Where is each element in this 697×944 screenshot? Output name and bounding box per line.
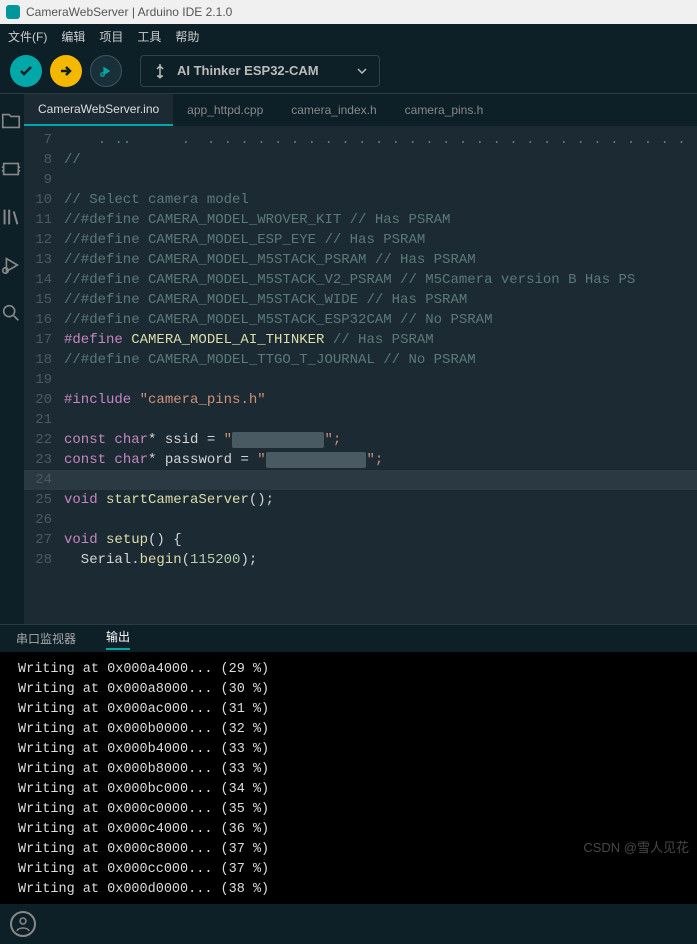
debug-button[interactable] [90,55,122,87]
boards-icon[interactable] [0,158,24,182]
tab-index[interactable]: camera_index.h [277,94,390,126]
debug-icon [99,64,113,78]
arrow-right-icon [58,63,74,79]
code-editor[interactable]: 7 . .. . . . . . . . . . . . . . . . . .… [24,126,697,624]
verify-button[interactable] [10,55,42,87]
serial-monitor-tab[interactable]: 串口监视器 [16,630,76,647]
board-selector[interactable]: AI Thinker ESP32-CAM [140,55,380,87]
profile-icon[interactable] [10,911,36,937]
usb-icon [153,63,167,79]
debug-sidebar-icon[interactable] [0,254,24,278]
tab-httpd[interactable]: app_httpd.cpp [173,94,277,126]
board-name: AI Thinker ESP32-CAM [177,63,319,78]
bottom-panel: 串口监视器 输出 Writing at 0x000a4000... (29 %)… [0,624,697,904]
chevron-down-icon [357,68,367,74]
menu-file[interactable]: 文件(F) [8,28,47,45]
check-icon [18,63,34,79]
toolbar: AI Thinker ESP32-CAM [0,48,697,94]
upload-button[interactable] [50,55,82,87]
menu-help[interactable]: 帮助 [175,28,199,45]
statusbar [0,904,697,944]
tab-main[interactable]: CameraWebServer.ino [24,94,173,126]
watermark: CSDN @雪人见花 [583,837,689,856]
sidebar [0,94,24,624]
output-console[interactable]: Writing at 0x000a4000... (29 %) Writing … [0,652,697,904]
folder-icon[interactable] [0,110,24,134]
tab-pins[interactable]: camera_pins.h [391,94,498,126]
output-tab[interactable]: 输出 [106,628,130,650]
editor-tabs: CameraWebServer.ino app_httpd.cpp camera… [24,94,697,126]
app-icon [6,5,20,19]
search-icon[interactable] [0,302,24,326]
menu-tools[interactable]: 工具 [137,28,161,45]
menubar: 文件(F) 编辑 项目 工具 帮助 [0,24,697,48]
window-title: CameraWebServer | Arduino IDE 2.1.0 [26,5,232,19]
menu-project[interactable]: 项目 [99,28,123,45]
titlebar: CameraWebServer | Arduino IDE 2.1.0 [0,0,697,24]
menu-edit[interactable]: 编辑 [61,28,85,45]
library-icon[interactable] [0,206,24,230]
